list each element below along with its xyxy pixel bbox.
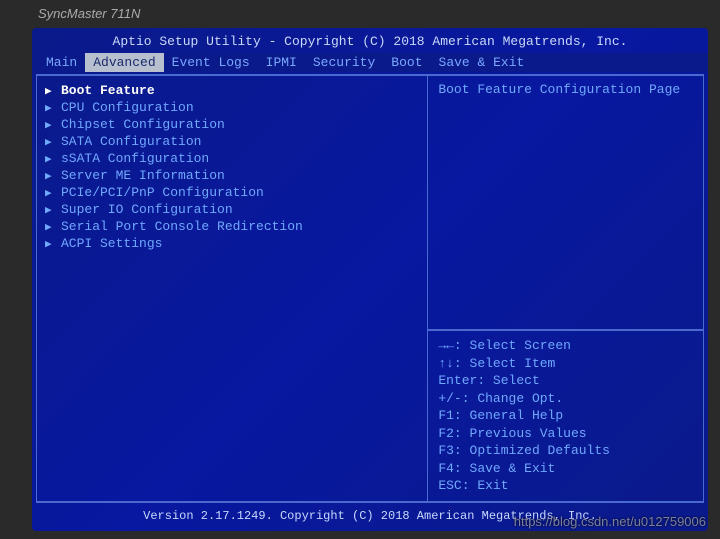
menu-item-acpi-settings[interactable]: ▶ ACPI Settings — [45, 235, 419, 252]
tab-security[interactable]: Security — [305, 53, 383, 72]
menu-item-super-io-configuration[interactable]: ▶ Super IO Configuration — [45, 201, 419, 218]
keymap-line: ↑↓: Select Item — [438, 355, 693, 373]
menu-item-ssata-configuration[interactable]: ▶ sSATA Configuration — [45, 150, 419, 167]
help-title: Boot Feature Configuration Page — [438, 82, 693, 97]
menu-item-label: sSATA Configuration — [61, 151, 209, 166]
menu-item-serial-port-console-redirection[interactable]: ▶ Serial Port Console Redirection — [45, 218, 419, 235]
tab-bar[interactable]: MainAdvancedEvent LogsIPMISecurityBootSa… — [32, 53, 708, 72]
keymap-panel: →←: Select Screen↑↓: Select ItemEnter: S… — [427, 330, 704, 502]
monitor-bezel: SyncMaster 711N Aptio Setup Utility - Co… — [0, 0, 720, 539]
submenu-arrow-icon: ▶ — [45, 186, 55, 200]
tab-event-logs[interactable]: Event Logs — [164, 53, 258, 72]
help-panel: Boot Feature Configuration Page — [427, 75, 704, 330]
menu-item-label: SATA Configuration — [61, 134, 201, 149]
menu-item-server-me-information[interactable]: ▶ Server ME Information — [45, 167, 419, 184]
submenu-arrow-icon: ▶ — [45, 152, 55, 166]
submenu-arrow-icon: ▶ — [45, 237, 55, 251]
menu-item-label: Serial Port Console Redirection — [61, 219, 303, 234]
menu-item-cpu-configuration[interactable]: ▶ CPU Configuration — [45, 99, 419, 116]
menu-item-label: Boot Feature — [61, 83, 155, 98]
watermark: https://blog.csdn.net/u012759006 — [514, 514, 706, 529]
keymap-line: F2: Previous Values — [438, 425, 693, 443]
menu-item-chipset-configuration[interactable]: ▶ Chipset Configuration — [45, 116, 419, 133]
submenu-arrow-icon: ▶ — [45, 84, 55, 98]
menu-list[interactable]: ▶ Boot Feature ▶ CPU Configuration ▶ Chipset … — [36, 75, 427, 502]
menu-item-label: CPU Configuration — [61, 100, 194, 115]
submenu-arrow-icon: ▶ — [45, 220, 55, 234]
keymap-line: →←: Select Screen — [438, 337, 693, 355]
menu-item-label: Super IO Configuration — [61, 202, 233, 217]
tab-main[interactable]: Main — [38, 53, 85, 72]
submenu-arrow-icon: ▶ — [45, 169, 55, 183]
tab-ipmi[interactable]: IPMI — [258, 53, 305, 72]
submenu-arrow-icon: ▶ — [45, 203, 55, 217]
menu-item-pcie-pci-pnp-configuration[interactable]: ▶ PCIe/PCI/PnP Configuration — [45, 184, 419, 201]
menu-item-label: Server ME Information — [61, 168, 225, 183]
submenu-arrow-icon: ▶ — [45, 101, 55, 115]
tab-boot[interactable]: Boot — [383, 53, 430, 72]
keymap-line: ESC: Exit — [438, 477, 693, 495]
menu-item-label: Chipset Configuration — [61, 117, 225, 132]
submenu-arrow-icon: ▶ — [45, 118, 55, 132]
bios-screen: Aptio Setup Utility - Copyright (C) 2018… — [32, 28, 708, 531]
keymap-line: Enter: Select — [438, 372, 693, 390]
monitor-model-label: SyncMaster 711N — [38, 6, 140, 21]
menu-item-sata-configuration[interactable]: ▶ SATA Configuration — [45, 133, 419, 150]
keymap-line: F1: General Help — [438, 407, 693, 425]
menu-item-label: ACPI Settings — [61, 236, 162, 251]
tab-save-exit[interactable]: Save & Exit — [431, 53, 533, 72]
menu-item-label: PCIe/PCI/PnP Configuration — [61, 185, 264, 200]
keymap-line: F4: Save & Exit — [438, 460, 693, 478]
keymap-line: F3: Optimized Defaults — [438, 442, 693, 460]
keymap-line: +/-: Change Opt. — [438, 390, 693, 408]
content-area: ▶ Boot Feature ▶ CPU Configuration ▶ Chipset … — [36, 74, 704, 503]
submenu-arrow-icon: ▶ — [45, 135, 55, 149]
utility-title: Aptio Setup Utility - Copyright (C) 2018… — [32, 28, 708, 53]
tab-advanced[interactable]: Advanced — [85, 53, 163, 72]
menu-item-boot-feature[interactable]: ▶ Boot Feature — [45, 82, 419, 99]
